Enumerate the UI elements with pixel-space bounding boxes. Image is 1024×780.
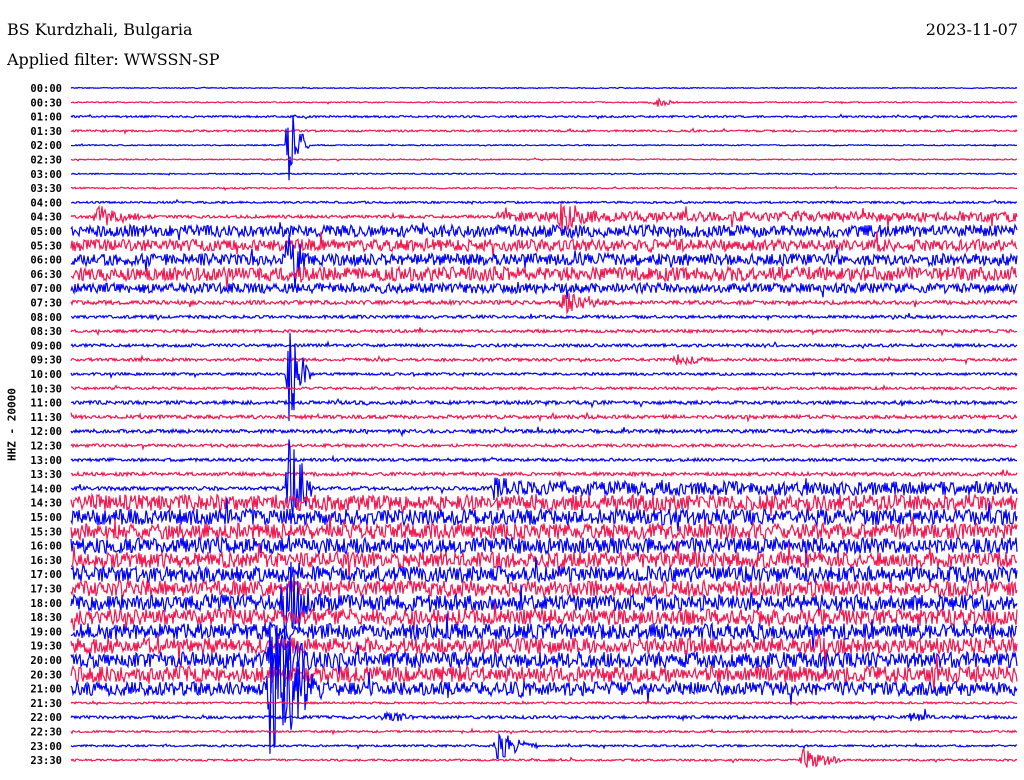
time-label: 07:00: [30, 283, 62, 295]
trace-line: [70, 578, 1018, 599]
time-label: 15:00: [30, 512, 62, 524]
trace-line: [70, 384, 1018, 392]
time-label: 12:00: [30, 426, 62, 438]
time-label: 03:30: [30, 183, 62, 195]
time-label: 03:00: [30, 169, 62, 181]
time-label: 17:00: [30, 569, 62, 581]
trace-line: [70, 442, 1018, 451]
trace-line: [70, 454, 1017, 464]
trace-line: [70, 699, 1018, 706]
trace-line: [70, 185, 1018, 192]
trace-line: [70, 469, 1018, 478]
time-label: 21:00: [30, 684, 62, 696]
trace-line: [70, 231, 1018, 256]
time-label: 17:30: [30, 584, 62, 596]
time-label: 23:30: [30, 755, 62, 767]
trace-line: [70, 397, 1018, 409]
trace-line: [70, 354, 1018, 367]
time-label: 11:30: [30, 412, 62, 424]
time-label: 18:30: [30, 612, 62, 624]
trace-line: [70, 557, 1018, 586]
time-label: 07:30: [30, 298, 62, 310]
time-label: 08:00: [30, 312, 62, 324]
time-label: 01:00: [30, 112, 62, 124]
time-label: 20:00: [30, 655, 62, 667]
trace-line: [70, 157, 1018, 162]
trace-line: [70, 281, 1018, 300]
time-label: 14:00: [30, 483, 62, 495]
time-label: 02:30: [30, 155, 62, 167]
trace-line: [70, 312, 1018, 322]
time-label: 12:30: [30, 441, 62, 453]
time-label: 08:30: [30, 326, 62, 338]
time-label: 06:00: [30, 255, 62, 267]
time-label: 10:00: [30, 369, 62, 381]
trace-line: [70, 732, 1018, 760]
time-label: 21:30: [30, 698, 62, 710]
trace-line: [70, 86, 1018, 90]
time-label: 09:30: [30, 355, 62, 367]
time-label: 11:00: [30, 398, 62, 410]
trace-line: [70, 127, 1018, 135]
time-label: 19:00: [30, 626, 62, 638]
time-label: 09:00: [30, 340, 62, 352]
trace-line: [71, 198, 1018, 206]
helicorder-plot: 00:00 00:30 01:00 01:30 02:00 02:30 03:00 03:30…: [30, 83, 1018, 768]
time-label: 14:30: [30, 498, 62, 510]
time-label: 16:00: [30, 541, 62, 553]
trace-line: [70, 97, 1018, 108]
trace-line: [70, 114, 1018, 181]
time-label: 20:30: [30, 669, 62, 681]
time-label: 05:30: [30, 240, 62, 252]
trace-line: [70, 172, 1018, 176]
time-label: 13:00: [30, 455, 62, 467]
trace-line: [70, 327, 1018, 337]
trace-line: [70, 411, 1018, 423]
time-label: 06:30: [30, 269, 62, 281]
trace-line: [70, 425, 1018, 438]
time-label: 04:00: [30, 197, 62, 209]
time-label: 23:00: [30, 741, 62, 753]
time-label: 04:30: [30, 212, 62, 224]
time-label: 05:00: [30, 226, 62, 238]
time-label: 02:00: [30, 140, 62, 152]
trace-line: [70, 708, 1018, 722]
time-label: 19:30: [30, 641, 62, 653]
time-label: 10:30: [30, 383, 62, 395]
trace-line: [70, 727, 1018, 736]
time-label: 00:00: [30, 83, 62, 95]
time-label: 22:30: [30, 727, 62, 739]
time-label: 22:00: [30, 712, 62, 724]
time-label: 00:30: [30, 97, 62, 109]
trace-line: [70, 340, 1018, 350]
trace-line: [70, 293, 1018, 315]
trace-line: [70, 222, 1018, 241]
time-label: 01:30: [30, 126, 62, 138]
time-label: 15:30: [30, 526, 62, 538]
time-label: 13:30: [30, 469, 62, 481]
time-label: 18:00: [30, 598, 62, 610]
time-label: 16:30: [30, 555, 62, 567]
trace-line: [70, 748, 1018, 768]
trace-line: [70, 113, 1018, 121]
